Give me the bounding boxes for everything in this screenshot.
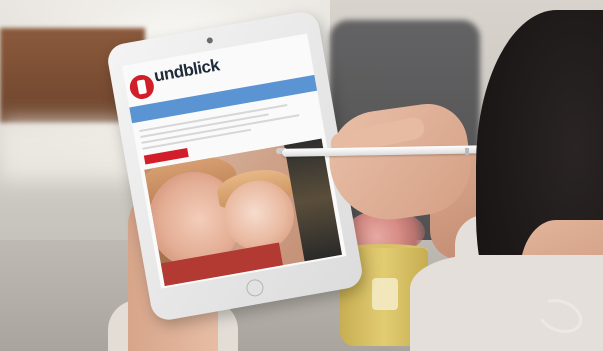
- article-photo[interactable]: [144, 138, 343, 287]
- person-shoulder: [410, 255, 603, 351]
- pencil-band: [465, 148, 469, 155]
- tablet-screen: undblick: [121, 33, 347, 289]
- cup-logo: [372, 278, 398, 310]
- content-line: [141, 114, 300, 144]
- camera-icon: [206, 36, 214, 44]
- logo-text: undblick: [152, 55, 221, 86]
- logo-mark-icon: [127, 73, 156, 101]
- home-button[interactable]: [245, 278, 265, 298]
- photo-scene: undblick: [0, 0, 603, 351]
